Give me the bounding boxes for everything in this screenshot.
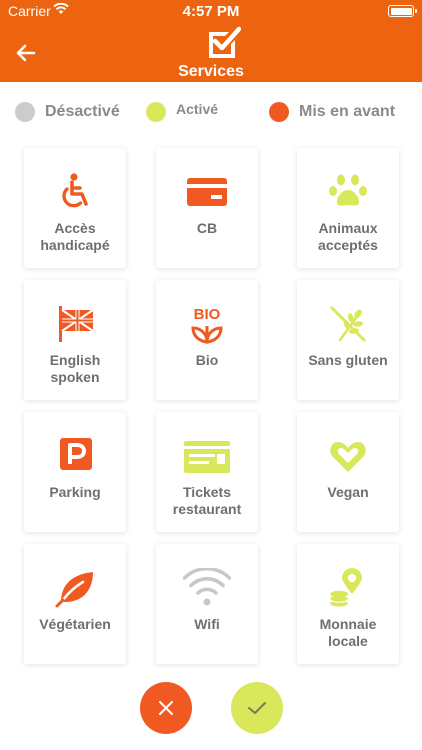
service-label: Parking <box>49 484 101 500</box>
service-card-sans-gluten[interactable]: Sans gluten <box>297 280 399 400</box>
service-card-wifi[interactable]: Wifi <box>156 544 258 664</box>
cancel-button[interactable] <box>140 682 192 734</box>
service-card-english-spoken[interactable]: English spoken <box>24 280 126 400</box>
service-label: Monnaie locale <box>319 616 377 649</box>
service-card-monnaie-locale[interactable]: Monnaie locale <box>297 544 399 664</box>
wheelchair-icon <box>62 173 88 208</box>
legend-dot <box>146 102 166 122</box>
services-grid: Accès handicapé CB Animaux acceptés Engl… <box>24 148 404 668</box>
service-card-tickets-restaurant[interactable]: Tickets restaurant <box>156 412 258 532</box>
legend-label: Mis en avant <box>299 103 396 120</box>
close-icon <box>159 701 173 715</box>
service-label: English spoken <box>49 352 101 385</box>
legend-item-active: Activé <box>146 100 218 124</box>
service-label: Tickets restaurant <box>172 484 242 517</box>
page-title: Services <box>178 63 244 80</box>
service-label: Accès handicapé <box>40 220 110 253</box>
legend-item-highlighted: Mis en avant <box>269 100 395 124</box>
status-bar: Carrier 4:57 PM <box>0 0 422 22</box>
service-label: Bio <box>195 352 219 368</box>
legend-dot <box>269 102 289 122</box>
service-label: Végétarien <box>39 616 111 632</box>
legend-label: Activé <box>176 101 219 117</box>
service-card-acces-handicape[interactable]: Accès handicapé <box>24 148 126 268</box>
wifi-icon <box>183 568 231 606</box>
gluten-free-icon <box>330 306 366 342</box>
parking-icon <box>60 438 92 470</box>
service-label: Vegan <box>327 484 369 500</box>
heart-icon <box>330 442 366 472</box>
ticket-icon <box>184 441 230 473</box>
svg-text:BIO: BIO <box>194 306 221 323</box>
legend-label: Désactivé <box>45 103 120 120</box>
service-card-bio[interactable]: BIO Bio <box>156 280 258 400</box>
uk-flag-icon <box>59 306 94 342</box>
service-card-animaux-acceptes[interactable]: Animaux acceptés <box>297 148 399 268</box>
battery-icon <box>388 5 417 17</box>
service-card-parking[interactable]: Parking <box>24 412 126 532</box>
service-label: Wifi <box>194 616 220 632</box>
service-label: Animaux acceptés <box>318 220 378 253</box>
service-card-cb[interactable]: CB <box>156 148 258 268</box>
service-label: CB <box>196 220 218 236</box>
local-currency-icon <box>329 568 362 608</box>
paw-icon <box>329 174 367 206</box>
credit-card-icon <box>187 178 227 206</box>
status-time: 4:57 PM <box>182 3 240 20</box>
service-card-vegetarien[interactable]: Végétarien <box>24 544 126 664</box>
leaf-icon <box>55 572 93 608</box>
checkbox-icon <box>209 26 241 58</box>
legend-item-disabled: Désactivé <box>15 100 120 124</box>
check-icon <box>248 702 266 714</box>
app-header: Carrier 4:57 PM Services <box>0 0 422 82</box>
legend: Désactivé Activé Mis en avant <box>0 100 422 124</box>
legend-dot <box>15 102 35 122</box>
service-card-vegan[interactable]: Vegan <box>297 412 399 532</box>
bio-leaf-icon: BIO <box>191 306 223 344</box>
confirm-button[interactable] <box>231 682 283 734</box>
service-label: Sans gluten <box>308 352 388 368</box>
